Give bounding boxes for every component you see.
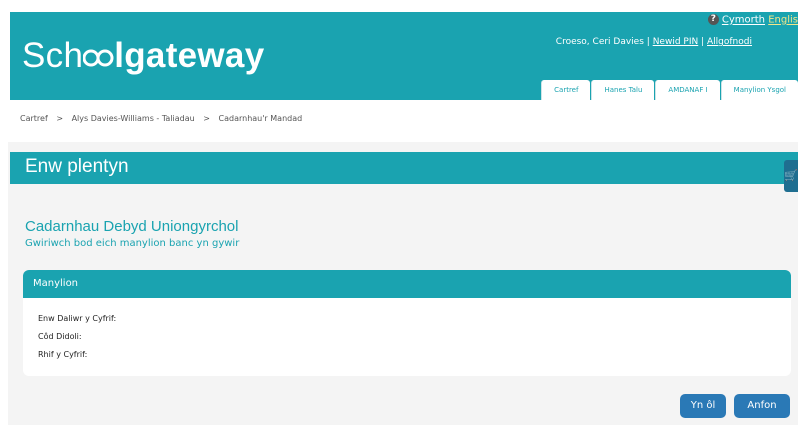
language-link[interactable]: Englis [768,15,798,26]
tab-payment-history[interactable]: Hanes Talu [591,80,655,100]
tab-about-me[interactable]: AMDANAF I [655,80,720,100]
send-button[interactable]: Anfon [734,394,790,418]
welcome-bar: Croeso, Ceri Davies | Newid PIN | Allgof… [556,37,752,47]
breadcrumb-home[interactable]: Cartref [20,114,48,123]
back-button[interactable]: Yn ôl [680,394,726,418]
details-panel: Manylion Enw Daliwr y Cyfrif: Côd Didoli… [23,270,791,376]
page-title-bar: Enw plentyn 🛒 [10,152,798,192]
main-content: Enw plentyn 🛒 Cadarnhau Debyd Uniongyrch… [8,142,798,425]
separator: | [701,37,705,47]
breadcrumb-separator: > [203,114,210,123]
school-gateway-logo[interactable]: Sch lgateway [22,36,264,76]
utility-links: ? Cymorth Englis [707,14,798,26]
basket-icon[interactable]: 🛒 [784,160,798,192]
tab-school-details[interactable]: Manylion Ysgol [720,80,798,100]
change-pin-link[interactable]: Newid PIN [653,37,699,47]
sort-code-label: Côd Didoli: [38,332,82,341]
logo-text-end: lgateway [114,36,265,75]
breadcrumb: Cartref > Alys Davies-Williams - Taliada… [20,114,308,123]
account-number-label: Rhif y Cyfrif: [38,350,88,359]
logo-text-start: Sch [22,36,84,75]
main-nav-tabs: Cartref Hanes Talu AMDANAF I Manylion Ys… [540,80,798,100]
breadcrumb-payments[interactable]: Alys Davies-Williams - Taliadau [72,114,195,123]
section-subheading: Gwiriwch bod eich manylion banc yn gywir [25,238,240,249]
logout-link[interactable]: Allgofnodi [707,37,752,47]
breadcrumb-current: Cadarnhau'r Mandad [218,114,303,123]
account-holder-label: Enw Daliwr y Cyfrif: [38,314,117,323]
page-title: Enw plentyn [25,156,129,177]
section-heading: Cadarnhau Debyd Uniongyrchol [25,218,239,235]
breadcrumb-separator: > [56,114,64,123]
tab-home[interactable]: Cartref [541,80,591,100]
help-icon[interactable]: ? [707,14,719,25]
welcome-text: Croeso, Ceri Davies | [555,37,650,47]
help-link[interactable]: Cymorth [722,15,765,26]
logo-oo-mark [82,36,114,76]
site-header: Sch lgateway ? Cymorth Englis Croeso, Cer… [10,12,798,100]
form-actions: Yn ôl Anfon [672,394,790,418]
details-panel-title: Manylion [23,270,791,298]
